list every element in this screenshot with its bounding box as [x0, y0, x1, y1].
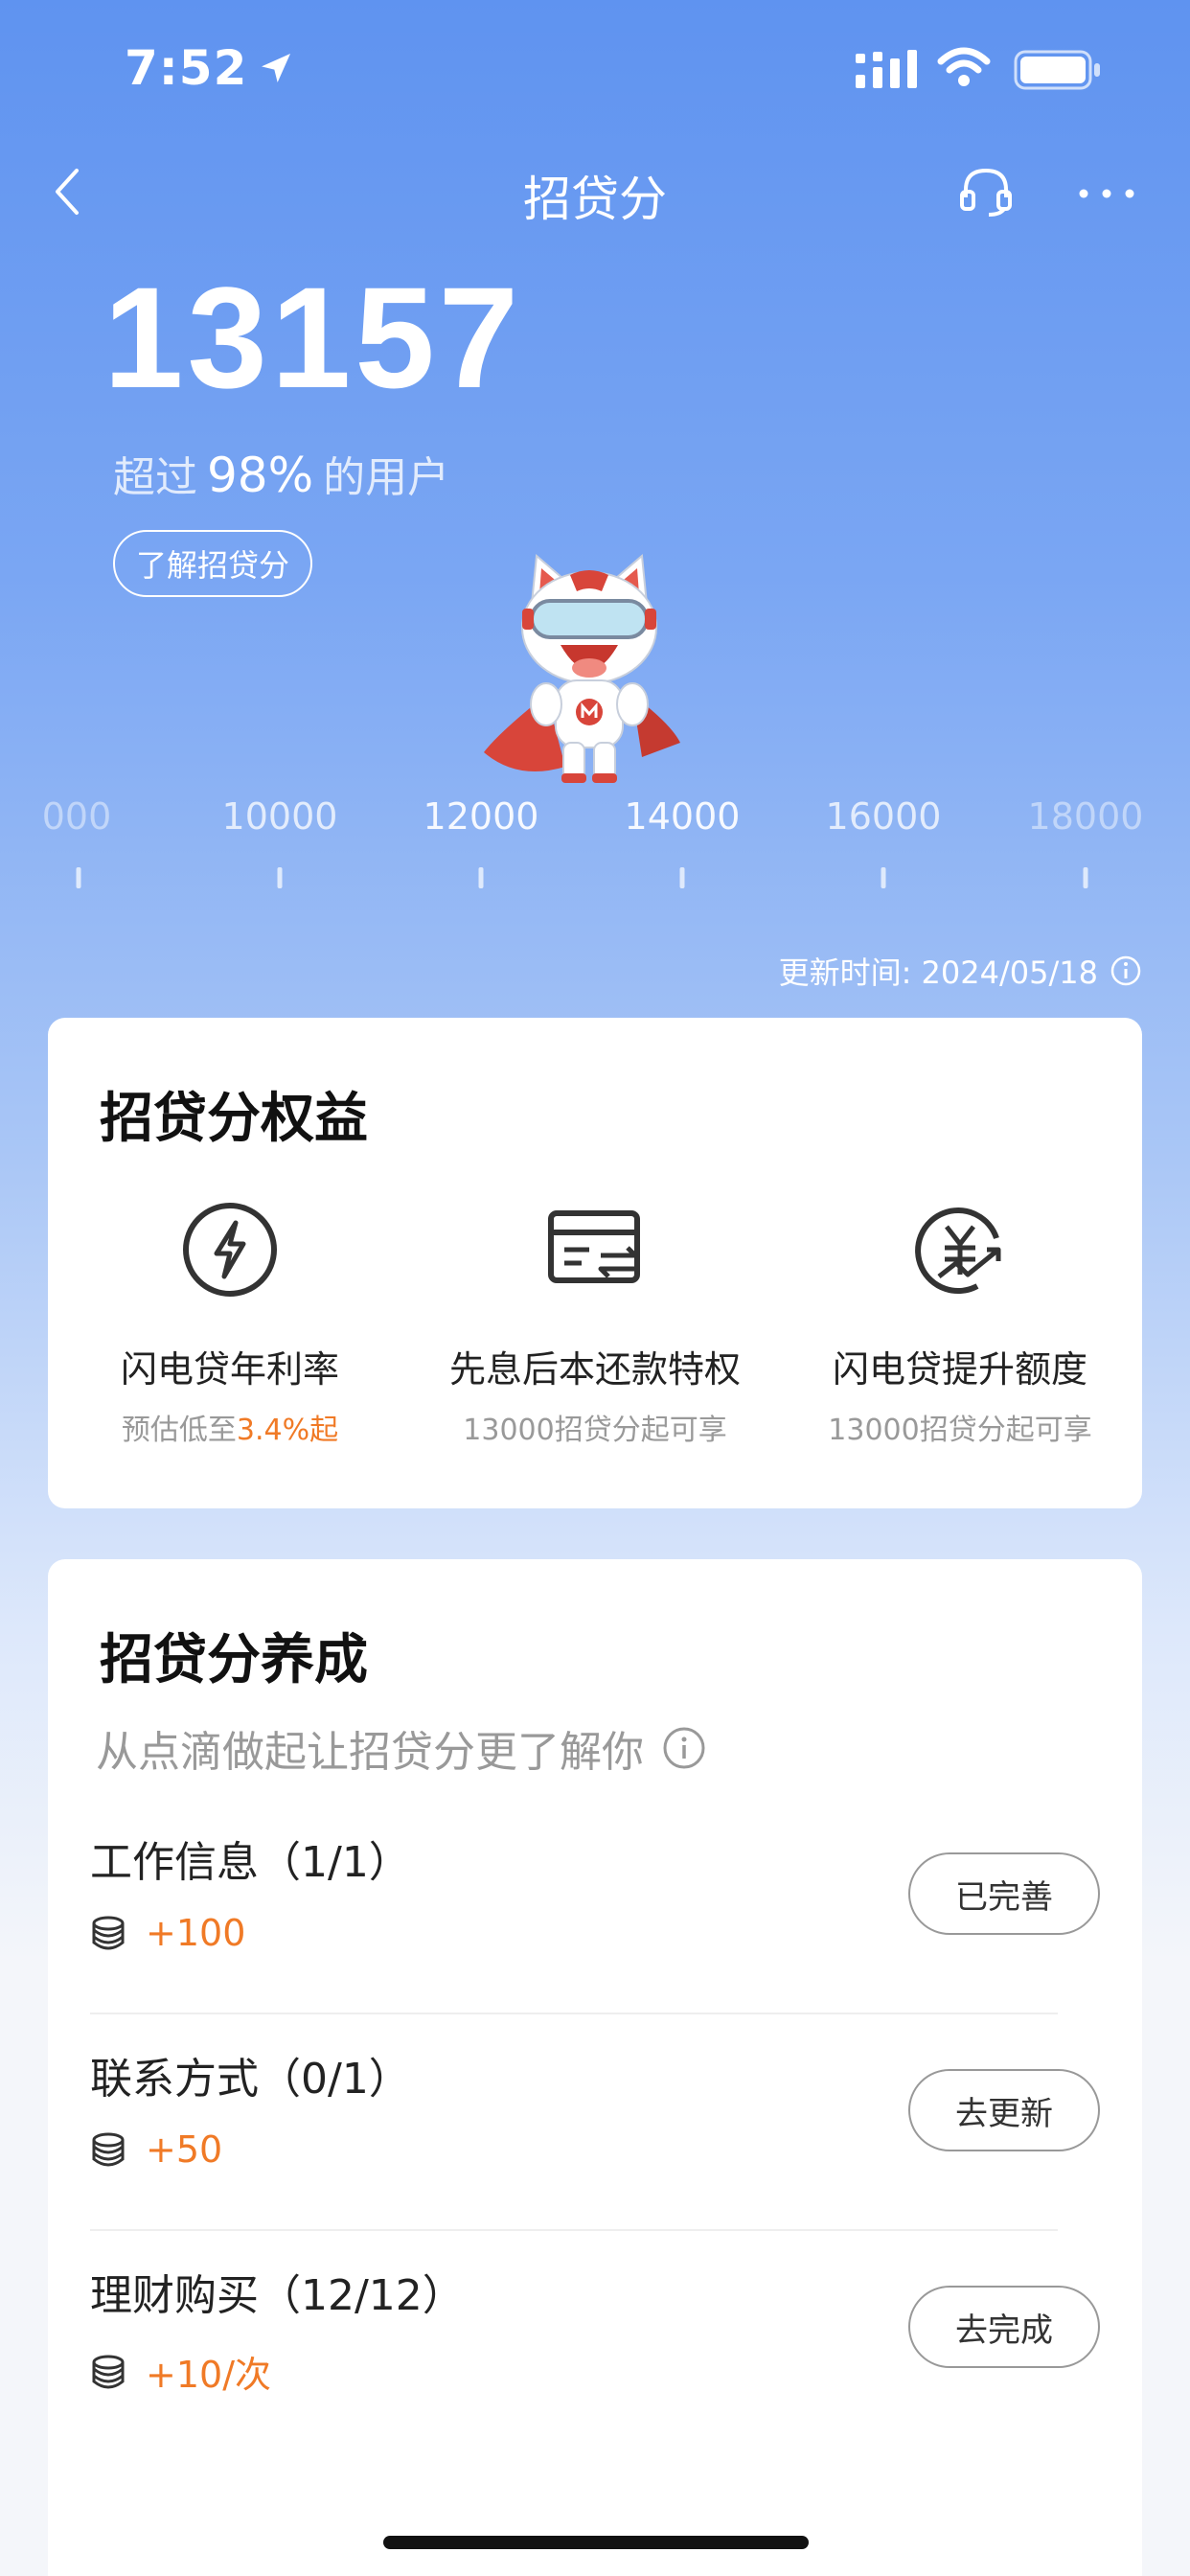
update-time-text: 更新时间: 2024/05/18: [778, 954, 1098, 991]
benefit-subtitle: 13000招贷分起可享: [828, 1414, 1092, 1447]
beat-prefix: 超过: [113, 453, 197, 502]
status-bar: 7:52: [0, 0, 1190, 144]
scale-tick-mark: [881, 867, 886, 888]
task-name: 工作信息（1/1）: [90, 1838, 411, 1887]
benefits-title: 招贷分权益: [100, 1088, 368, 1150]
task-reward: +50: [90, 2128, 222, 2171]
score-value: 13157: [103, 257, 523, 418]
cultivate-subtitle-text: 从点滴做起让招贷分更了解你: [96, 1728, 644, 1777]
cultivate-card: 招贷分养成 从点滴做起让招贷分更了解你 工作信息（1/1） +100 已完善 联…: [48, 1559, 1142, 2576]
beat-suffix: 的用户: [323, 453, 450, 502]
task-completed-button[interactable]: 已完善: [908, 1852, 1100, 1935]
wifi-icon: [937, 47, 991, 86]
coin-stack-icon: [92, 2132, 125, 2167]
scale-tick-mark: [478, 867, 484, 888]
scale-tick-label: 12000: [423, 795, 539, 838]
scale-tick-label: 000: [41, 795, 112, 838]
status-time-text: 7:52: [125, 40, 248, 96]
cellular-signal-icon: [856, 50, 917, 88]
more-icon[interactable]: [1078, 188, 1135, 199]
scale-tick-label: 10000: [221, 795, 338, 838]
scale-tick-label: 14000: [624, 795, 741, 838]
status-time: 7:52: [125, 40, 295, 96]
benefit-item-limit[interactable]: 闪电贷提升额度 13000招贷分起可享: [778, 1200, 1142, 1448]
task-reward-value: +50: [146, 2128, 223, 2171]
beat-percentage-line: 超过 98% 的用户: [113, 443, 449, 504]
info-icon[interactable]: [1110, 954, 1142, 987]
location-arrow-icon: [262, 54, 291, 82]
scale-tick-label: 18000: [1027, 795, 1144, 838]
scale-tick-mark: [76, 867, 81, 888]
beat-percent: 98%: [207, 448, 314, 503]
cultivate-subtitle: 从点滴做起让招贷分更了解你: [96, 1717, 707, 1779]
yen-growth-icon: [915, 1208, 1001, 1295]
task-row-wealth: 理财购买（12/12） +10/次 去完成: [90, 2261, 1100, 2477]
headset-icon[interactable]: [958, 165, 1014, 217]
task-reward: +10/次: [90, 2345, 271, 2398]
scale-tick-mark: [679, 867, 685, 888]
benefit-title: 先息后本还款特权: [448, 1348, 741, 1391]
benefit-rate-highlight: 3.4%起: [236, 1414, 339, 1447]
benefit-title: 闪电贷提升额度: [832, 1348, 1087, 1391]
task-name: 理财购买（12/12）: [90, 2271, 465, 2320]
battery-icon: [1014, 50, 1100, 90]
cultivate-title: 招贷分养成: [100, 1629, 368, 1691]
mascot-cat-illustration: [484, 553, 680, 783]
task-reward-value: +100: [146, 1912, 246, 1954]
scale-tick-label: 16000: [825, 795, 942, 838]
info-icon[interactable]: [661, 1725, 707, 1771]
divider: [90, 2229, 1058, 2231]
learn-score-button[interactable]: 了解招贷分: [113, 530, 312, 597]
task-reward: +100: [90, 1912, 245, 1954]
benefit-item-rate[interactable]: 闪电贷年利率 预估低至3.4%起: [48, 1200, 412, 1448]
coin-stack-icon: [92, 1916, 125, 1950]
scale-tick-mark: [1083, 867, 1088, 888]
benefit-title: 闪电贷年利率: [120, 1348, 339, 1391]
task-name: 联系方式（0/1）: [90, 2055, 411, 2104]
score-scale: 000 10000 12000 14000 16000 18000: [42, 795, 1144, 891]
divider: [90, 2012, 1058, 2014]
lightning-icon: [183, 1203, 277, 1297]
benefits-card: 招贷分权益 闪电贷年利率 预估低至3.4%起 先息后本还款特权 13000招贷分…: [48, 1018, 1142, 1508]
coin-stack-icon: [92, 2355, 125, 2388]
benefit-item-repayment[interactable]: 先息后本还款特权 13000招贷分起可享: [413, 1200, 777, 1448]
card-exchange-icon: [548, 1210, 640, 1283]
task-complete-button[interactable]: 去完成: [908, 2286, 1100, 2368]
home-indicator[interactable]: [383, 2536, 809, 2549]
benefit-subtitle: 13000招贷分起可享: [463, 1414, 727, 1447]
benefit-subtitle: 预估低至3.4%起: [48, 1406, 412, 1448]
task-reward-value: +10/次: [146, 2354, 271, 2396]
benefit-sub-prefix: 预估低至: [121, 1414, 237, 1447]
task-update-button[interactable]: 去更新: [908, 2069, 1100, 2151]
update-time: 更新时间: 2024/05/18: [779, 949, 1142, 993]
scale-tick-mark: [277, 867, 283, 888]
